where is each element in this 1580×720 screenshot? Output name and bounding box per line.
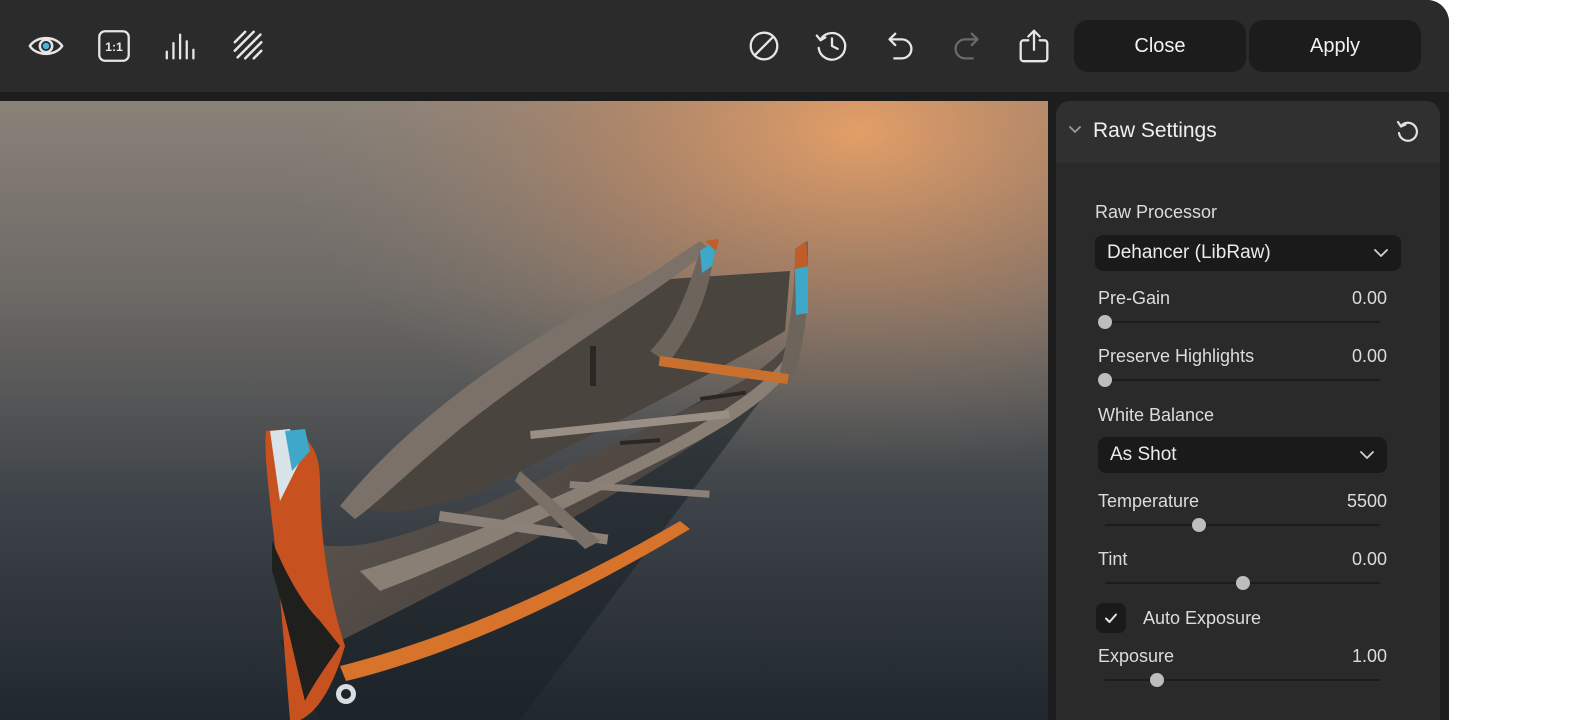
chevron-down-icon [1374, 249, 1388, 257]
check-icon [1105, 613, 1117, 623]
one-to-one-icon[interactable]: 1:1 [94, 26, 134, 66]
preserve-highlights-slider[interactable] [1098, 372, 1380, 388]
panel-title: Raw Settings [1093, 119, 1217, 142]
raw-processor-label: Raw Processor [1095, 202, 1218, 222]
eye-icon[interactable] [26, 26, 66, 66]
exposure-label: Exposure [1098, 646, 1175, 666]
photo-boat [0, 101, 1048, 720]
disable-icon[interactable] [744, 26, 784, 66]
hatch-icon[interactable] [229, 26, 269, 66]
slider-thumb[interactable] [1191, 518, 1206, 532]
pre-gain-value: 0.00 [1351, 288, 1387, 308]
temperature-label: Temperature [1098, 491, 1200, 511]
redo-icon[interactable] [947, 26, 987, 66]
preserve-highlights-label: Preserve Highlights [1098, 346, 1255, 366]
white-balance-select[interactable]: As Shot [1098, 437, 1387, 473]
raw-settings-panel: Raw Settings Raw Processor Dehancer (Lib… [1056, 101, 1440, 720]
tint-label: Tint [1098, 549, 1128, 569]
tint-value: 0.00 [1351, 549, 1387, 569]
slider-thumb[interactable] [1098, 373, 1112, 387]
exposure-value: 1.00 [1351, 646, 1387, 666]
preserve-highlights-value: 0.00 [1351, 346, 1387, 366]
temperature-value: 5500 [1346, 491, 1387, 511]
undo-icon[interactable] [880, 26, 920, 66]
auto-exposure-label: Auto Exposure [1143, 608, 1262, 628]
image-canvas[interactable] [0, 101, 1048, 720]
exposure-slider[interactable] [1105, 672, 1380, 688]
slider-track [1105, 379, 1380, 381]
chevron-down-icon [1360, 451, 1374, 459]
editor-window: 1:1 Close Apply Raw Settings Raw Process… [0, 0, 1449, 720]
raw-processor-value: Dehancer (LibRaw) [1107, 242, 1271, 263]
raw-processor-select[interactable]: Dehancer (LibRaw) [1095, 235, 1401, 271]
apply-button[interactable]: Apply [1249, 20, 1421, 72]
white-balance-label: White Balance [1098, 405, 1215, 425]
auto-exposure-checkbox[interactable] [1096, 603, 1126, 633]
pre-gain-slider[interactable] [1098, 314, 1380, 330]
slider-thumb[interactable] [1150, 673, 1165, 687]
slider-track [1105, 524, 1380, 526]
slider-track [1105, 679, 1380, 681]
pre-gain-label: Pre-Gain [1098, 288, 1171, 308]
histogram-icon[interactable] [162, 26, 202, 66]
close-button[interactable]: Close [1074, 20, 1246, 72]
svg-text:1:1: 1:1 [105, 40, 123, 54]
top-toolbar: 1:1 Close Apply [0, 0, 1449, 92]
reset-icon[interactable] [1394, 118, 1422, 146]
slider-thumb[interactable] [1098, 315, 1112, 329]
chevron-down-icon[interactable] [1068, 123, 1082, 137]
white-balance-value: As Shot [1110, 444, 1177, 465]
temperature-slider[interactable] [1105, 517, 1380, 533]
tint-slider[interactable] [1105, 575, 1380, 591]
panel-header[interactable]: Raw Settings [1056, 101, 1440, 163]
export-icon[interactable] [1014, 26, 1054, 66]
slider-track [1105, 321, 1380, 323]
slider-thumb[interactable] [1235, 576, 1250, 590]
history-icon[interactable] [812, 26, 852, 66]
